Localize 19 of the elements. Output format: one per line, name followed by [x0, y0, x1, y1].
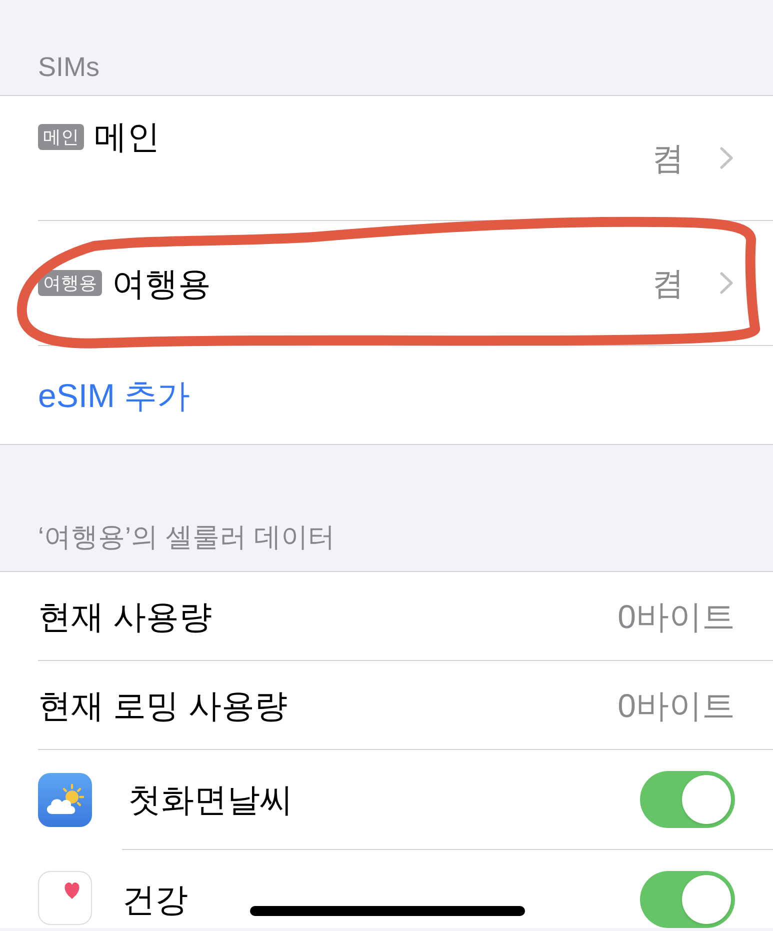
- usage-value: 0바이트: [618, 688, 735, 722]
- section-header: ‘여행용’의 셀룰러 데이터: [38, 524, 335, 551]
- weather-app-icon: [38, 773, 92, 827]
- sim-status: 켬: [652, 267, 684, 299]
- app-name: 첫화면날씨: [128, 783, 293, 816]
- chevron-right-icon: [720, 272, 733, 294]
- add-esim-link[interactable]: eSIM 추가: [38, 378, 190, 412]
- sim-status: 켬: [652, 142, 684, 174]
- usage-label: 현재 사용량: [38, 600, 212, 632]
- sim-name: 메인: [94, 120, 160, 153]
- heart-app-icon: [38, 871, 92, 925]
- sim-badge: 여행용: [38, 270, 102, 296]
- sim-badge: 메인: [38, 124, 84, 150]
- usage-label: 현재 로밍 사용량: [38, 688, 288, 722]
- app-name: 건강: [122, 883, 188, 916]
- section-header: SIMs: [38, 54, 100, 81]
- chevron-right-icon: [720, 147, 733, 169]
- usage-value: 0바이트: [618, 600, 735, 632]
- sim-name: 여행용: [112, 266, 211, 300]
